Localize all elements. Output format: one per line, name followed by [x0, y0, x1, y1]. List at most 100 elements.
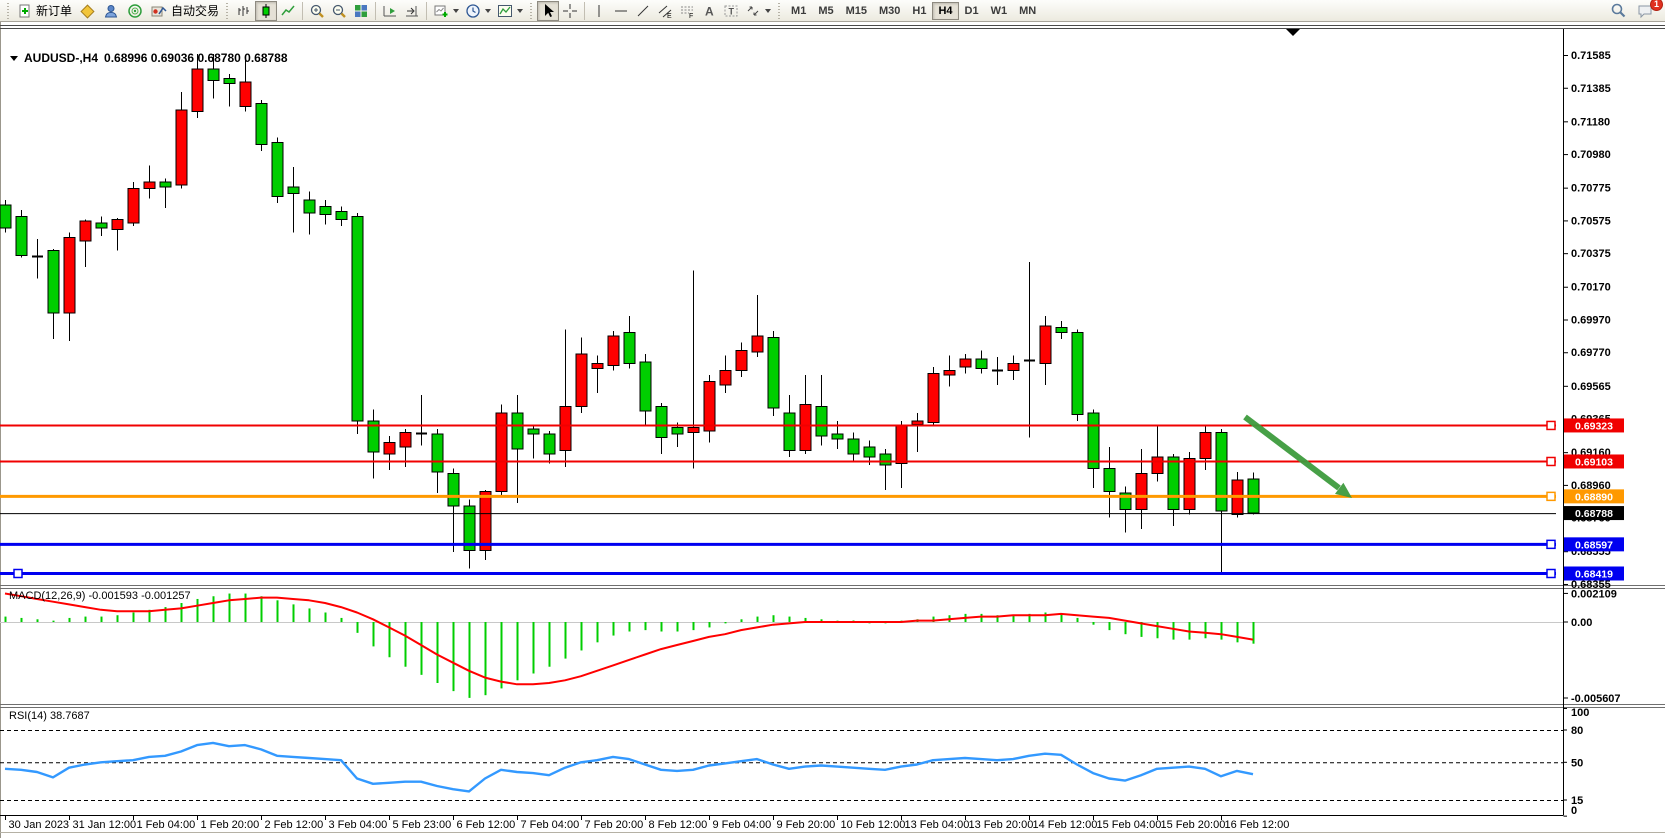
new-chart-button[interactable] [430, 1, 462, 21]
auto-trading-button[interactable]: 自动交易 [147, 1, 222, 21]
price-level-badge-label: 0.68419 [1575, 568, 1613, 580]
toolbar-drag-handle[interactable] [777, 3, 782, 19]
time-tick-label: 15 Feb 20:00 [1161, 819, 1226, 831]
horizontal-line-button[interactable] [610, 1, 632, 21]
candlestick-chart-button[interactable] [255, 1, 277, 21]
candle-bullish [688, 428, 699, 433]
text-button[interactable]: A [698, 1, 720, 21]
line-handle[interactable] [1547, 421, 1555, 429]
candle-bullish [960, 359, 971, 367]
candle-bullish [80, 221, 91, 241]
tab-timeframe-mn[interactable]: MN [1013, 2, 1042, 20]
chart-shift-button[interactable] [401, 1, 423, 21]
new-order-button[interactable]: 新订单 [14, 1, 75, 21]
chart-period-button[interactable] [462, 1, 494, 21]
line-chart-button[interactable] [277, 1, 299, 21]
candle-bearish [544, 434, 555, 454]
vertical-line-button[interactable] [588, 1, 610, 21]
clock-icon [465, 3, 481, 19]
tab-timeframe-h4[interactable]: H4 [932, 2, 958, 20]
crosshair-button[interactable] [559, 1, 581, 21]
time-tick-label: 13 Feb 20:00 [969, 819, 1034, 831]
equidistant-channel-button[interactable]: E [654, 1, 676, 21]
zoom-in-button[interactable] [306, 1, 328, 21]
macd-axis-label: -0.005607 [1571, 693, 1621, 705]
candle-bullish [800, 405, 811, 451]
candle-bearish [256, 103, 267, 144]
search-button[interactable] [1607, 1, 1630, 21]
candle-bearish [640, 362, 651, 411]
chart-shift-marker[interactable] [1286, 29, 1300, 36]
candle-bullish [912, 421, 923, 424]
candle-bearish [224, 79, 235, 84]
chart-menu-caret-icon[interactable] [10, 56, 18, 61]
time-tick-label: 30 Jan 2023 [9, 819, 70, 831]
candle-bullish [576, 354, 587, 406]
candle-bearish [512, 413, 523, 449]
tab-timeframe-h1[interactable]: H1 [906, 2, 932, 20]
tab-timeframe-m15[interactable]: M15 [840, 2, 873, 20]
navigator-button[interactable] [99, 1, 123, 21]
price-level-badge-label: 0.69323 [1575, 420, 1613, 432]
tab-timeframe-w1[interactable]: W1 [985, 2, 1014, 20]
chart-plot: 0.715850.713850.711800.709800.707750.705… [0, 0, 1665, 838]
signals-button[interactable] [123, 1, 147, 21]
price-tick-label: 0.70980 [1571, 149, 1611, 161]
trendline-icon [635, 3, 651, 19]
bar-chart-button[interactable] [233, 1, 255, 21]
candle-bearish [816, 406, 827, 435]
candle-bullish [928, 374, 939, 423]
candle-bearish [448, 473, 459, 506]
time-tick-label: 6 Feb 12:00 [457, 819, 516, 831]
candle-bearish [272, 143, 283, 197]
candle-bearish [864, 447, 875, 457]
macd-axis-label: 0.002109 [1571, 588, 1617, 600]
candle-bullish [384, 442, 395, 453]
price-level-badge-label: 0.68788 [1575, 508, 1613, 520]
trend-arrow-object[interactable] [1245, 417, 1339, 488]
line-handle[interactable] [1547, 540, 1555, 548]
cursor-button[interactable] [537, 1, 559, 21]
toolbar-drag-handle[interactable] [225, 3, 230, 19]
line-handle[interactable] [1547, 569, 1555, 577]
tab-timeframe-m30[interactable]: M30 [873, 2, 906, 20]
candle-bearish [832, 434, 843, 439]
svg-text:T: T [729, 6, 735, 16]
zoom-out-button[interactable] [328, 1, 350, 21]
tab-timeframe-d1[interactable]: D1 [959, 2, 985, 20]
tile-windows-button[interactable] [350, 1, 372, 21]
auto-scroll-button[interactable] [379, 1, 401, 21]
candle-bearish [352, 216, 363, 421]
candle-bearish [1072, 333, 1083, 415]
toolbar-drag-handle[interactable] [529, 3, 534, 19]
notifications-button[interactable]: 1 [1634, 1, 1658, 21]
candle-bullish [752, 336, 763, 352]
line-handle[interactable] [1547, 492, 1555, 500]
candle-bearish [304, 200, 315, 213]
line-handle[interactable] [1547, 457, 1555, 465]
chart-template-button[interactable] [494, 1, 526, 21]
tab-timeframe-m5[interactable]: M5 [812, 2, 839, 20]
candle-bearish [16, 216, 27, 255]
signals-icon [126, 3, 144, 19]
candle-bullish [400, 432, 411, 447]
macd-signal-line [5, 594, 1253, 685]
vertical-line-icon [591, 3, 607, 19]
tab-timeframe-m1[interactable]: M1 [785, 2, 812, 20]
candle-bearish [160, 182, 171, 187]
candle-bullish [1184, 459, 1195, 510]
price-tick-label: 0.70375 [1571, 248, 1611, 260]
market-watch-button[interactable] [75, 1, 99, 21]
candle-bullish [240, 82, 251, 107]
candle-bullish [480, 491, 491, 550]
trendline-button[interactable] [632, 1, 654, 21]
chart-shift-icon [404, 3, 420, 19]
candle-bearish [656, 406, 667, 437]
price-level-badge-label: 0.68597 [1575, 539, 1613, 551]
toolbar-drag-handle[interactable] [6, 3, 11, 19]
line-handle[interactable] [14, 569, 22, 577]
fibonacci-button[interactable]: F [676, 1, 698, 21]
candle-bullish [704, 382, 715, 431]
text-label-button[interactable]: T [720, 1, 742, 21]
shapes-button[interactable] [742, 1, 774, 21]
